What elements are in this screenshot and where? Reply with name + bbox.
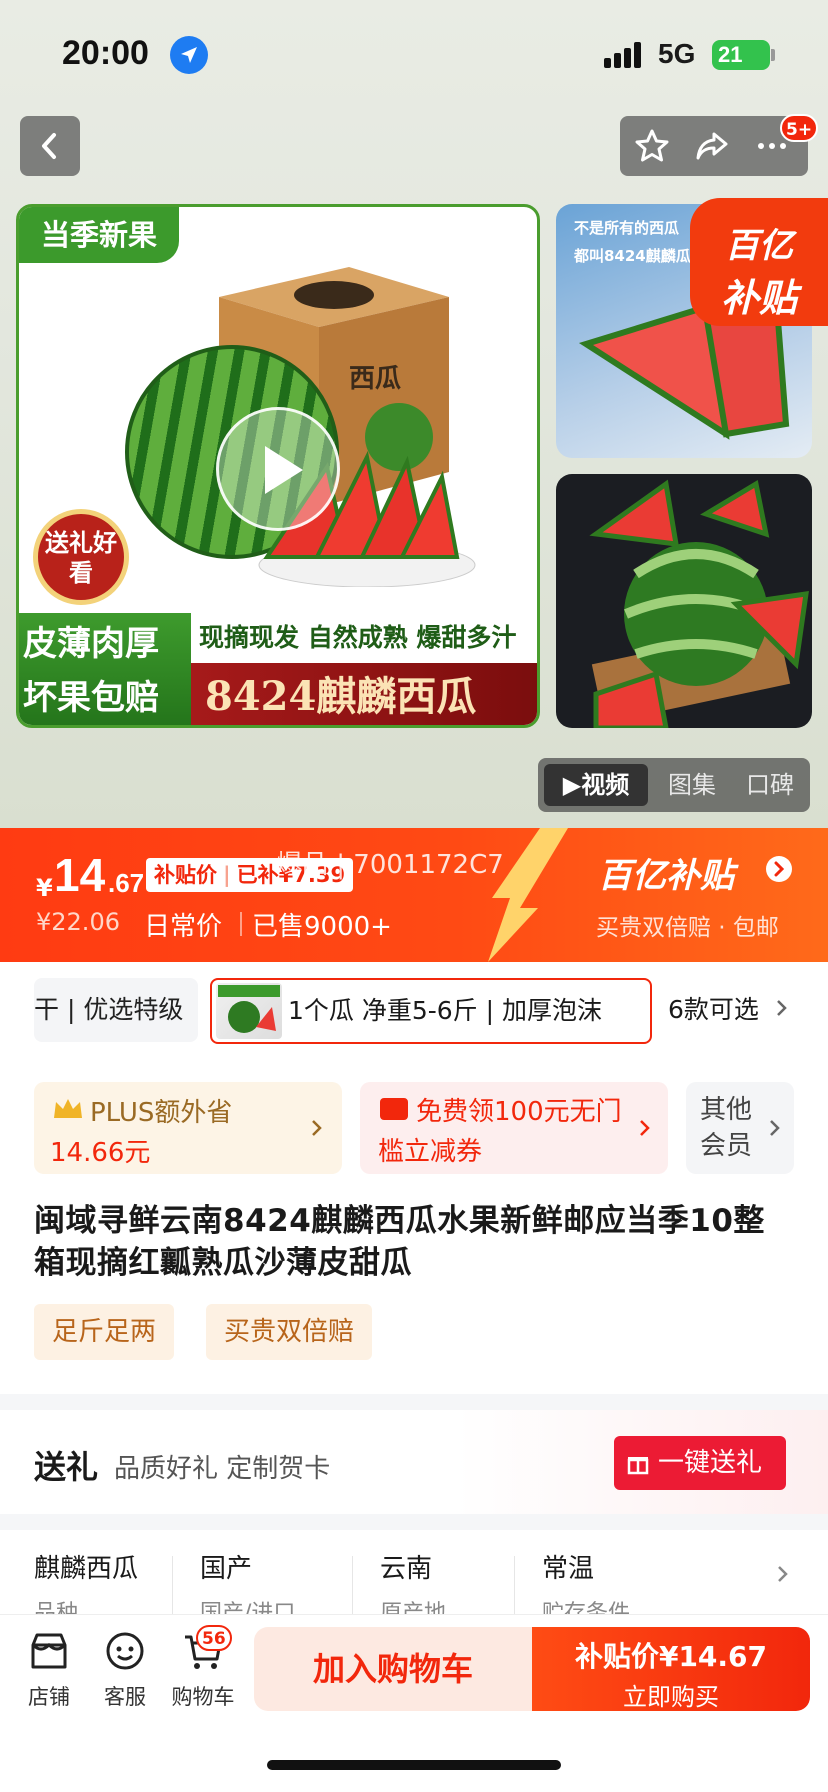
home-indicator bbox=[267, 1760, 561, 1770]
plus-amount: 14.66元 bbox=[50, 1138, 151, 1168]
free-coupon-label: 免费领100元无门槛立减券 bbox=[378, 1097, 622, 1167]
plus-title: PLUS额外省 bbox=[90, 1098, 233, 1128]
side-image-caption: 不是所有的西瓜 都叫8424麒麟瓜 bbox=[574, 219, 691, 265]
main-product-image[interactable]: 当季新果 西瓜 送礼好看 皮薄肉厚 坏果包赔 现摘现发 自然成熟 爆甜多汁 84… bbox=[16, 204, 540, 728]
plus-coupon[interactable]: PLUS额外省 14.66元 bbox=[34, 1082, 342, 1174]
attribute-variety: 麒麟西瓜 品种 bbox=[34, 1554, 139, 1614]
attribute-origin: 云南 原产地 bbox=[380, 1554, 447, 1614]
message-badge: 5+ bbox=[780, 114, 819, 142]
spec-thumbnail bbox=[216, 983, 282, 1039]
store-icon bbox=[31, 1633, 67, 1669]
watermelon-board-image bbox=[589, 479, 809, 728]
buy-now-button[interactable]: 补贴价¥14.67 立即购买 bbox=[532, 1627, 810, 1711]
gift-seal: 送礼好看 bbox=[33, 509, 129, 605]
battery-icon: 21 bbox=[712, 40, 770, 70]
add-to-cart-button[interactable]: 加入购物车 bbox=[254, 1627, 532, 1711]
status-bar: 20:00 5G 21 bbox=[0, 0, 828, 110]
spec-option-prev[interactable]: 干 | 优选特级 bbox=[34, 978, 198, 1042]
media-tabs: ▶视频 图集 口碑 bbox=[538, 758, 810, 812]
battery-level: 21 bbox=[718, 42, 743, 67]
spec-selector: 干 | 优选特级 1个瓜 净重5-6斤 | 加厚泡沫 6款可选 bbox=[0, 962, 828, 1066]
banner-slogan: 现摘现发 自然成熟 爆甜多汁 bbox=[191, 613, 537, 663]
status-time: 20:00 bbox=[62, 34, 149, 72]
location-icon bbox=[170, 36, 208, 74]
spec-more-button[interactable]: 6款可选 bbox=[668, 978, 789, 1042]
banner-product-name: 8424麒麟西瓜 bbox=[191, 663, 537, 725]
cart-count-badge: 56 bbox=[196, 1625, 232, 1651]
subsidy-badge: 百亿 补贴 bbox=[690, 198, 828, 326]
season-tag: 当季新果 bbox=[19, 207, 179, 263]
product-hero: 20:00 5G 21 5+ 当季新果 西瓜 送礼好看 皮薄肉厚 坏果包赔 现摘… bbox=[0, 0, 828, 828]
crown-icon bbox=[54, 1099, 82, 1118]
side-image-whole-melon[interactable] bbox=[556, 474, 812, 728]
store-button[interactable]: 店铺 bbox=[14, 1629, 84, 1711]
product-title: 闽域寻鲜云南8424麒麟西瓜水果新鲜邮应当季10整箱现摘红瓤熟瓜沙薄皮甜瓜 bbox=[34, 1203, 765, 1281]
tab-reviews[interactable]: 口碑 bbox=[732, 764, 808, 806]
chevron-right-icon bbox=[640, 1120, 650, 1136]
service-tag[interactable]: 足斤足两 bbox=[34, 1304, 175, 1360]
spec-selected-label: 1个瓜 净重5-6斤 | 加厚泡沫 bbox=[288, 996, 603, 1025]
gift-subtitle: 品质好礼 定制贺卡 bbox=[114, 1454, 331, 1484]
tab-gallery[interactable]: 图集 bbox=[654, 764, 730, 806]
back-button[interactable] bbox=[20, 116, 80, 176]
original-price: ¥22.06 bbox=[36, 908, 120, 936]
chevron-right-icon bbox=[778, 1566, 788, 1582]
gift-section: 送礼 品质好礼 定制贺卡 一键送礼 bbox=[0, 1410, 828, 1514]
price-watermark: 爆品 | 7001172C7 bbox=[276, 850, 504, 880]
price-decimal: .67 bbox=[108, 868, 145, 898]
gift-icon bbox=[627, 1457, 649, 1475]
star-icon[interactable] bbox=[634, 128, 670, 164]
banner-left: 皮薄肉厚 坏果包赔 bbox=[19, 613, 191, 725]
chevron-right-icon bbox=[776, 1000, 787, 1016]
attribute-row[interactable]: 麒麟西瓜 品种 国产 国产/进口 云南 原产地 常温 贮存条件 bbox=[0, 1530, 828, 1614]
share-icon[interactable] bbox=[694, 128, 730, 164]
free-coupon[interactable]: 免费领100元无门槛立减券 bbox=[360, 1082, 668, 1174]
chevron-right-icon bbox=[312, 1120, 322, 1136]
chevron-right-icon bbox=[770, 1120, 780, 1136]
tab-video[interactable]: ▶视频 bbox=[544, 764, 648, 806]
subsidy-program-logo: 百亿补贴 bbox=[598, 856, 734, 896]
sold-count: 已售9000+ bbox=[252, 912, 392, 942]
box-label: 西瓜 bbox=[349, 364, 401, 394]
network-label: 5G bbox=[658, 38, 696, 69]
other-membership-label: 其他会员 bbox=[700, 1095, 753, 1161]
customer-service-button[interactable]: 客服 bbox=[90, 1629, 160, 1711]
price-currency: ¥ bbox=[36, 874, 53, 902]
price-banner[interactable]: ¥ 14 .67 补贴价 | 已补¥7.39 爆品 | 7001172C7 ¥22.… bbox=[0, 828, 828, 962]
signal-icon bbox=[604, 40, 648, 68]
chevron-right-icon bbox=[766, 856, 792, 882]
gift-title: 送礼 bbox=[34, 1448, 99, 1486]
spec-option-selected[interactable]: 1个瓜 净重5-6斤 | 加厚泡沫 bbox=[210, 978, 652, 1044]
price-integer: 14 bbox=[54, 849, 106, 901]
original-price-label: 日常价 bbox=[144, 912, 223, 942]
attribute-origin-type: 国产 国产/进口 bbox=[200, 1554, 296, 1614]
subsidy-program-sub: 买贵双倍赔 · 包邮 bbox=[596, 915, 779, 941]
attribute-storage: 常温 贮存条件 bbox=[542, 1554, 631, 1614]
service-tag[interactable]: 买贵双倍赔 bbox=[206, 1304, 373, 1360]
customer-service-icon bbox=[106, 1632, 144, 1670]
play-video-button[interactable] bbox=[216, 407, 340, 531]
send-gift-button[interactable]: 一键送礼 bbox=[614, 1436, 786, 1490]
other-membership[interactable]: 其他会员 bbox=[686, 1082, 794, 1174]
